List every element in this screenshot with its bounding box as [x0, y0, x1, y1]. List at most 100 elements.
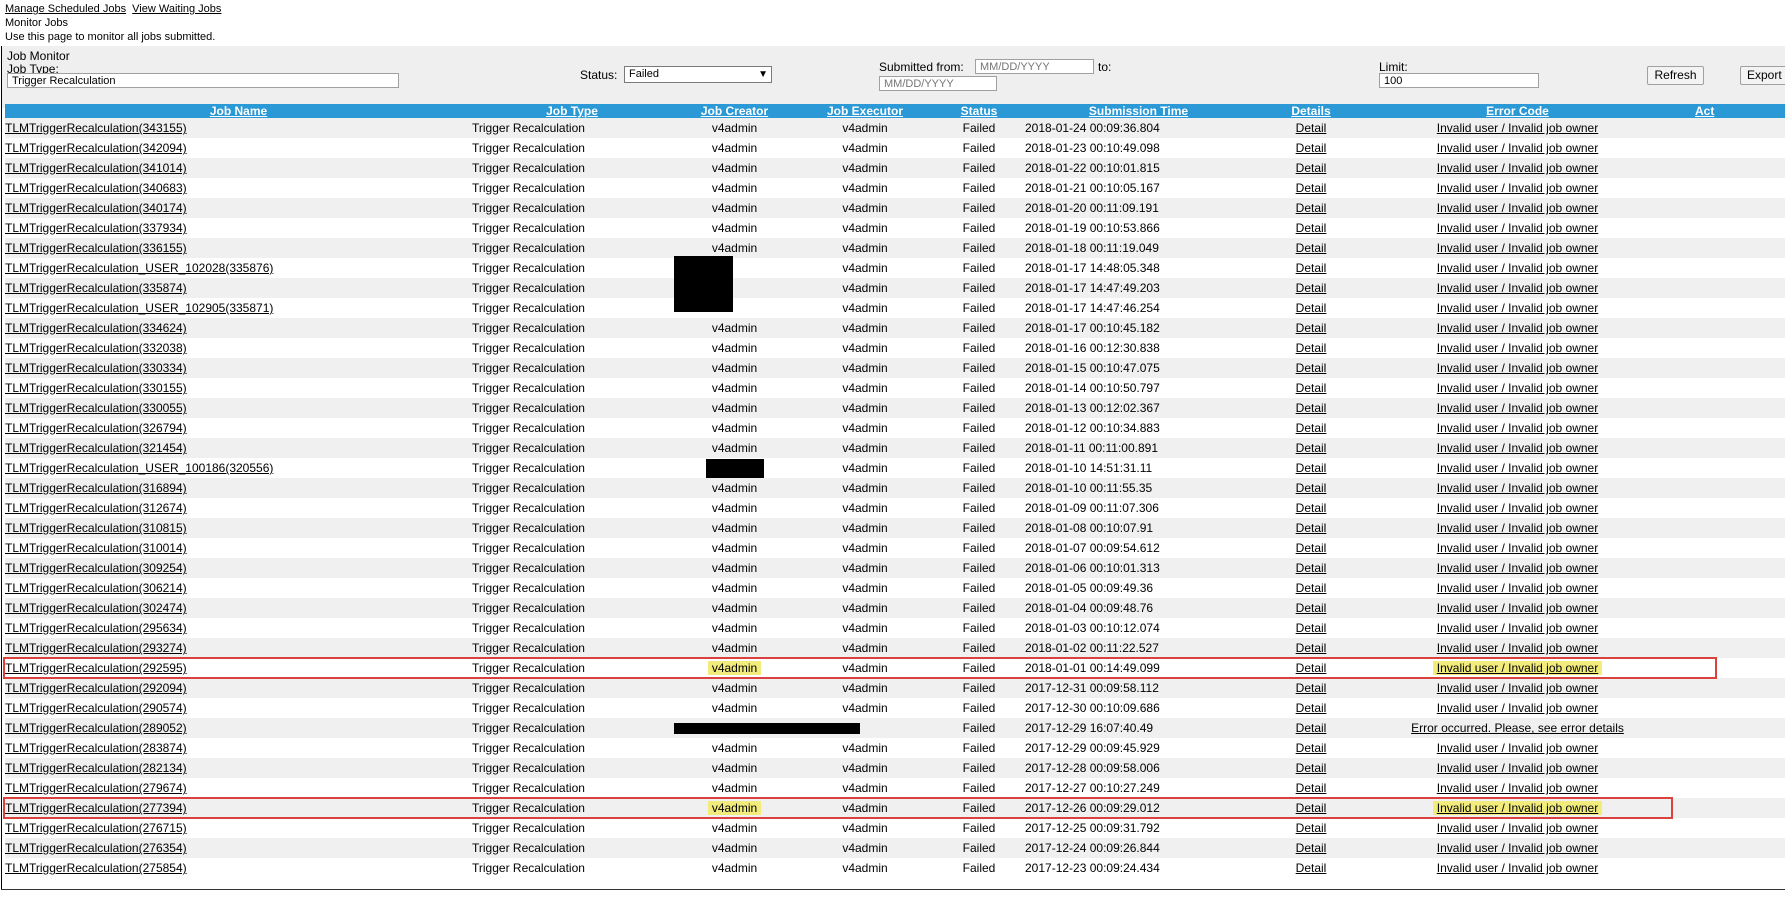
job-name-link[interactable]: TLMTriggerRecalculation(335874) — [5, 281, 187, 295]
job-name-link[interactable]: TLMTriggerRecalculation(330334) — [5, 361, 187, 375]
error-code-link[interactable]: Invalid user / Invalid job owner — [1437, 821, 1598, 835]
job-name-link[interactable]: TLMTriggerRecalculation(306214) — [5, 581, 187, 595]
detail-link[interactable]: Detail — [1296, 581, 1327, 595]
detail-link[interactable]: Detail — [1296, 541, 1327, 555]
col-submission-time[interactable]: Submission Time — [1025, 104, 1252, 118]
job-name-link[interactable]: TLMTriggerRecalculation(310014) — [5, 541, 187, 555]
submitted-to-input[interactable] — [879, 76, 997, 91]
error-code-link[interactable]: Invalid user / Invalid job owner — [1437, 501, 1598, 515]
job-name-link[interactable]: TLMTriggerRecalculation(334624) — [5, 321, 187, 335]
error-code-link[interactable]: Invalid user / Invalid job owner — [1437, 541, 1598, 555]
error-code-link[interactable]: Invalid user / Invalid job owner — [1437, 521, 1598, 535]
job-name-link[interactable]: TLMTriggerRecalculation(330055) — [5, 401, 187, 415]
error-code-link[interactable]: Invalid user / Invalid job owner — [1437, 761, 1598, 775]
job-name-link[interactable]: TLMTriggerRecalculation(312674) — [5, 501, 187, 515]
detail-link[interactable]: Detail — [1296, 681, 1327, 695]
job-name-link[interactable]: TLMTriggerRecalculation(337934) — [5, 221, 187, 235]
job-name-link[interactable]: TLMTriggerRecalculation(276715) — [5, 821, 187, 835]
error-code-link[interactable]: Invalid user / Invalid job owner — [1437, 461, 1598, 475]
detail-link[interactable]: Detail — [1296, 701, 1327, 715]
error-code-link[interactable]: Invalid user / Invalid job owner — [1437, 641, 1598, 655]
error-code-link[interactable]: Invalid user / Invalid job owner — [1437, 261, 1598, 275]
col-job-type[interactable]: Job Type — [472, 104, 672, 118]
job-name-link[interactable]: TLMTriggerRecalculation(292595) — [5, 661, 187, 675]
manage-scheduled-jobs-link[interactable]: Manage Scheduled Jobs — [5, 3, 126, 15]
detail-link[interactable]: Detail — [1296, 241, 1327, 255]
job-name-link[interactable]: TLMTriggerRecalculation(289052) — [5, 721, 187, 735]
job-name-link[interactable]: TLMTriggerRecalculation(316894) — [5, 481, 187, 495]
job-name-link[interactable]: TLMTriggerRecalculation_USER_100186(3205… — [5, 461, 273, 475]
error-code-link[interactable]: Invalid user / Invalid job owner — [1437, 161, 1598, 175]
job-name-link[interactable]: TLMTriggerRecalculation(343155) — [5, 121, 187, 135]
error-code-link[interactable]: Invalid user / Invalid job owner — [1432, 801, 1603, 816]
job-name-link[interactable]: TLMTriggerRecalculation(282134) — [5, 761, 187, 775]
error-code-link[interactable]: Invalid user / Invalid job owner — [1437, 201, 1598, 215]
error-code-link[interactable]: Invalid user / Invalid job owner — [1437, 141, 1598, 155]
detail-link[interactable]: Detail — [1296, 741, 1327, 755]
detail-link[interactable]: Detail — [1296, 621, 1327, 635]
job-name-link[interactable]: TLMTriggerRecalculation(293274) — [5, 641, 187, 655]
detail-link[interactable]: Detail — [1296, 181, 1327, 195]
export-button[interactable]: Export — [1740, 66, 1785, 85]
col-job-creator[interactable]: Job Creator — [672, 104, 797, 118]
detail-link[interactable]: Detail — [1296, 381, 1327, 395]
error-code-link[interactable]: Invalid user / Invalid job owner — [1437, 221, 1598, 235]
job-name-link[interactable]: TLMTriggerRecalculation(275854) — [5, 861, 187, 875]
error-code-link[interactable]: Invalid user / Invalid job owner — [1437, 481, 1598, 495]
job-type-input[interactable]: Trigger Recalculation — [7, 73, 399, 88]
error-code-link[interactable]: Invalid user / Invalid job owner — [1437, 841, 1598, 855]
error-code-link[interactable]: Invalid user / Invalid job owner — [1437, 301, 1598, 315]
error-code-link[interactable]: Invalid user / Invalid job owner — [1437, 181, 1598, 195]
job-name-link[interactable]: TLMTriggerRecalculation(336155) — [5, 241, 187, 255]
detail-link[interactable]: Detail — [1296, 501, 1327, 515]
detail-link[interactable]: Detail — [1296, 201, 1327, 215]
error-code-link[interactable]: Invalid user / Invalid job owner — [1437, 701, 1598, 715]
detail-link[interactable]: Detail — [1296, 321, 1327, 335]
detail-link[interactable]: Detail — [1296, 721, 1327, 735]
job-name-link[interactable]: TLMTriggerRecalculation(326794) — [5, 421, 187, 435]
job-name-link[interactable]: TLMTriggerRecalculation(302474) — [5, 601, 187, 615]
job-name-link[interactable]: TLMTriggerRecalculation(279674) — [5, 781, 187, 795]
col-error-code[interactable]: Error Code — [1370, 104, 1665, 118]
detail-link[interactable]: Detail — [1296, 141, 1327, 155]
error-code-link[interactable]: Invalid user / Invalid job owner — [1437, 241, 1598, 255]
job-name-link[interactable]: TLMTriggerRecalculation(332038) — [5, 341, 187, 355]
error-code-link[interactable]: Invalid user / Invalid job owner — [1437, 621, 1598, 635]
job-name-link[interactable]: TLMTriggerRecalculation(283874) — [5, 741, 187, 755]
view-waiting-jobs-link[interactable]: View Waiting Jobs — [132, 3, 221, 15]
detail-link[interactable]: Detail — [1296, 281, 1327, 295]
detail-link[interactable]: Detail — [1296, 601, 1327, 615]
error-code-link[interactable]: Invalid user / Invalid job owner — [1432, 661, 1603, 676]
detail-link[interactable]: Detail — [1296, 481, 1327, 495]
job-name-link[interactable]: TLMTriggerRecalculation_USER_102905(3358… — [5, 301, 273, 315]
job-name-link[interactable]: TLMTriggerRecalculation(330155) — [5, 381, 187, 395]
detail-link[interactable]: Detail — [1296, 301, 1327, 315]
error-code-link[interactable]: Invalid user / Invalid job owner — [1437, 581, 1598, 595]
error-code-link[interactable]: Invalid user / Invalid job owner — [1437, 321, 1598, 335]
refresh-button[interactable]: Refresh — [1647, 66, 1704, 85]
error-code-link[interactable]: Invalid user / Invalid job owner — [1437, 361, 1598, 375]
detail-link[interactable]: Detail — [1296, 781, 1327, 795]
job-name-link[interactable]: TLMTriggerRecalculation(290574) — [5, 701, 187, 715]
detail-link[interactable]: Detail — [1296, 121, 1327, 135]
job-name-link[interactable]: TLMTriggerRecalculation(340174) — [5, 201, 187, 215]
detail-link[interactable]: Detail — [1296, 521, 1327, 535]
detail-link[interactable]: Detail — [1296, 441, 1327, 455]
error-code-link[interactable]: Invalid user / Invalid job owner — [1437, 281, 1598, 295]
job-name-link[interactable]: TLMTriggerRecalculation(309254) — [5, 561, 187, 575]
detail-link[interactable]: Detail — [1296, 401, 1327, 415]
job-name-link[interactable]: TLMTriggerRecalculation(340683) — [5, 181, 187, 195]
error-code-link[interactable]: Invalid user / Invalid job owner — [1437, 681, 1598, 695]
error-code-link[interactable]: Invalid user / Invalid job owner — [1437, 421, 1598, 435]
detail-link[interactable]: Detail — [1296, 561, 1327, 575]
job-name-link[interactable]: TLMTriggerRecalculation(321454) — [5, 441, 187, 455]
job-name-link[interactable]: TLMTriggerRecalculation(310815) — [5, 521, 187, 535]
col-job-executor[interactable]: Job Executor — [797, 104, 933, 118]
error-code-link[interactable]: Invalid user / Invalid job owner — [1437, 861, 1598, 875]
detail-link[interactable]: Detail — [1296, 341, 1327, 355]
error-code-link[interactable]: Invalid user / Invalid job owner — [1437, 381, 1598, 395]
job-name-link[interactable]: TLMTriggerRecalculation(277394) — [5, 801, 187, 815]
detail-link[interactable]: Detail — [1296, 641, 1327, 655]
col-details[interactable]: Details — [1252, 104, 1370, 118]
detail-link[interactable]: Detail — [1296, 761, 1327, 775]
